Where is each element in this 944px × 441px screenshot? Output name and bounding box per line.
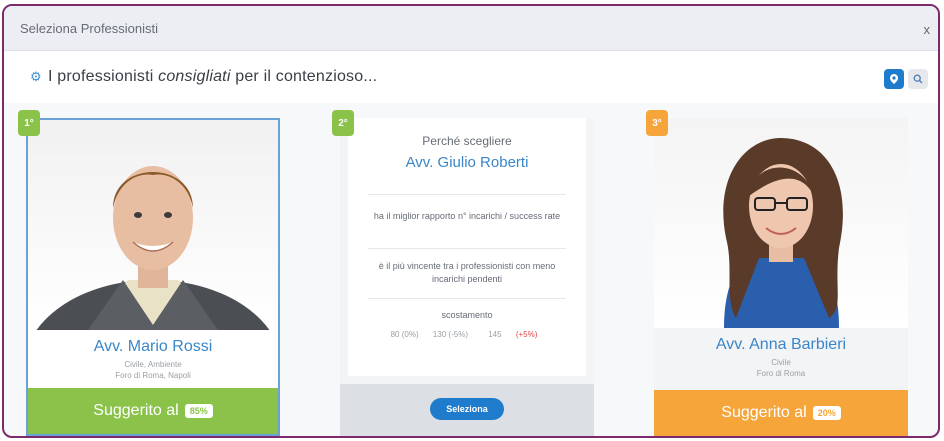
professional-card-1[interactable]: Avv. Mario Rossi Civile, Ambiente Foro d… (26, 118, 280, 436)
rank-badge-3: 3° (646, 110, 668, 136)
suggested-footer: Suggerito al 20% (654, 390, 908, 436)
subheader-text: I professionisti consigliati per il cont… (48, 68, 378, 85)
suggested-footer: Suggerito al 85% (28, 388, 278, 434)
stat-2: 130 (-5%) (432, 330, 468, 339)
close-icon[interactable]: x (924, 22, 931, 37)
professional-card-2: Perché scegliere Avv. Giulio Roberti ha … (340, 118, 594, 436)
professional-specialty: Civile (771, 358, 791, 367)
search-icon (913, 74, 923, 84)
dialog-title: Seleziona Professionisti (20, 20, 159, 36)
subheader: ⚙ I professionisti consigliati per il co… (4, 51, 938, 103)
stat-1: 80 (0%) (390, 330, 419, 339)
rank-badge-2: 2° (332, 110, 354, 136)
reason-1: ha il miglior rapporto n° incarichi / su… (373, 211, 561, 221)
divider (368, 298, 566, 299)
professional-court: Foro di Roma, Napoli (115, 371, 191, 380)
card-2-content: Perché scegliere Avv. Giulio Roberti ha … (348, 118, 586, 376)
avatar-photo-male (28, 120, 278, 330)
location-pin-icon (890, 74, 898, 84)
rank-badge-1: 1° (18, 110, 40, 136)
professional-specialty: Civile, Ambiente (124, 360, 182, 369)
stat-3: 145 (+5%) (488, 330, 538, 339)
professional-name: Avv. Giulio Roberti (405, 154, 529, 171)
avatar-photo-female (654, 118, 908, 328)
location-button[interactable] (884, 69, 904, 89)
divider (368, 194, 566, 195)
why-choose-label: Perché scegliere (422, 134, 512, 148)
professional-name: Avv. Mario Rossi (93, 338, 213, 355)
professional-court: Foro di Roma (756, 369, 806, 378)
select-footer: Seleziona (340, 384, 594, 436)
scostamento-label: scostamento (441, 310, 493, 320)
stats-row: 80 (0%) 130 (-5%) 145 (+5%) (348, 330, 586, 339)
search-button[interactable] (908, 69, 928, 89)
suggested-percentage-badge: 20% (812, 406, 841, 420)
gear-icon: ⚙ (30, 69, 42, 84)
divider (368, 248, 566, 249)
select-button[interactable]: Seleziona (430, 398, 504, 420)
professional-name: Avv. Anna Barbieri (715, 336, 847, 353)
suggested-percentage-badge: 85% (184, 404, 213, 418)
title-bar: Seleziona Professionisti x (4, 6, 938, 51)
reason-2: è il più vincente tra i professionisti c… (378, 261, 556, 284)
professional-card-3[interactable]: Avv. Anna Barbieri Civile Foro di Roma S… (654, 118, 908, 436)
